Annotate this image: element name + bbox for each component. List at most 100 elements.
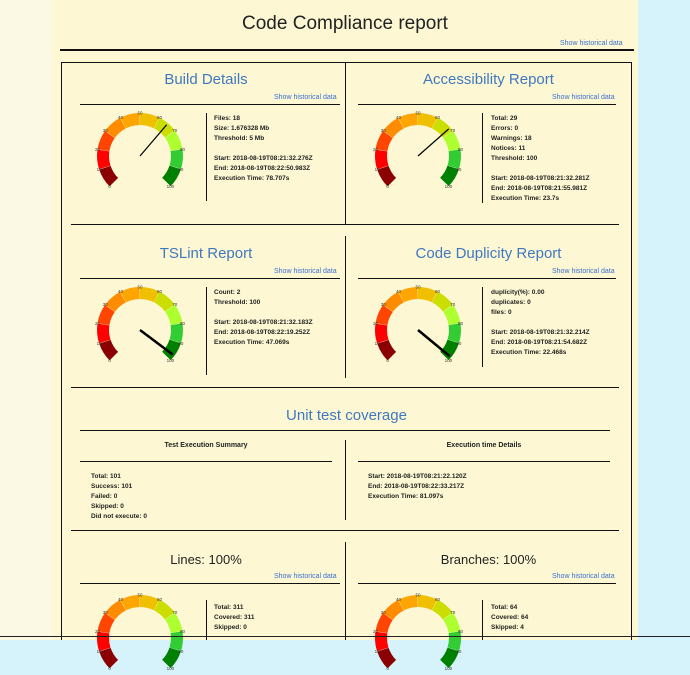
gauge-tick-label: 100 — [167, 666, 175, 670]
gauge-tick-label: 90 — [178, 341, 184, 346]
stat-line: duplicity(%): 0.00 — [491, 289, 545, 296]
details-stats: Start: 2018-08-19T08:21:22.120Z End: 2018… — [368, 472, 467, 502]
details-heading: Execution time Details — [446, 442, 522, 449]
gauge-needle — [417, 128, 450, 157]
gauge-band-segment — [120, 287, 141, 303]
duplicity-history-link[interactable]: Show historical data — [552, 268, 615, 275]
branches-history-link[interactable]: Show historical data — [552, 573, 615, 580]
gauge-band-segment — [398, 287, 419, 303]
tslint-stats: Count: 2 Threshold: 100 Start: 2018-08-19… — [214, 288, 313, 348]
unit-separator — [345, 440, 346, 520]
gauge-band-segment — [442, 304, 461, 326]
row-divider-3 — [71, 530, 619, 531]
stat-line: Did not execute: 0 — [91, 513, 147, 520]
gauge-band-segment — [377, 165, 397, 187]
gauge-tick-label: 90 — [456, 649, 462, 654]
gauge-svg: 0102030405060708090100 — [373, 593, 463, 671]
stat-line — [491, 318, 590, 328]
gauge-tick-label: 70 — [450, 128, 456, 133]
build-gauge: 0 10 20 30 40 50 60 70 80 90 100 — [92, 108, 188, 189]
gauge-tick-label: 30 — [103, 128, 109, 133]
stat-line: Start: 2018-08-19T08:21:32.281Z — [491, 175, 590, 182]
gauge-tick-label: 10 — [97, 167, 103, 172]
gauge-tick-label: 30 — [103, 610, 109, 615]
gauge-tick-label: 20 — [95, 321, 101, 326]
build-title: Build Details — [164, 71, 248, 88]
gauge-band-segment — [447, 631, 461, 651]
stat-line: Threshold: 5 Mb — [214, 135, 265, 142]
stat-line: Skipped: 0 — [214, 624, 247, 631]
gauge-tick-label: 20 — [95, 147, 101, 152]
gauge-band-segment — [105, 117, 126, 139]
tslint-history-link[interactable]: Show historical data — [274, 268, 337, 275]
title-divider — [60, 49, 634, 51]
gauge-tick-label: 60 — [157, 115, 163, 120]
gauge-tick-label: 50 — [415, 593, 421, 598]
gauge-tick-label: 80 — [180, 629, 186, 634]
row-divider-1 — [71, 224, 619, 225]
lines-history-link[interactable]: Show historical data — [274, 573, 337, 580]
gauge-band-segment — [99, 339, 119, 361]
gauge-tick-label: 70 — [172, 610, 178, 615]
gauge-svg: 0102030405060708090100 — [373, 111, 463, 189]
stat-line: End: 2018-08-19T08:21:55.981Z — [491, 185, 588, 192]
stat-line: Start: 2018-08-19T08:21:32.276Z — [214, 155, 313, 162]
gauge-tick-label: 80 — [180, 321, 186, 326]
gauge-tick-label: 100 — [445, 358, 453, 362]
gauge-tick-label: 100 — [445, 184, 453, 188]
duplicity-separator — [482, 287, 483, 367]
gauge-band-segment — [398, 595, 419, 611]
stat-line: Count: 2 — [214, 289, 241, 296]
build-history-link[interactable]: Show historical data — [274, 94, 337, 101]
stat-line: Execution Time: 47.069s — [214, 339, 290, 346]
gauge-band-segment — [105, 599, 126, 621]
stat-line: Errors: 0 — [491, 125, 519, 132]
gauge-tick-label: 20 — [373, 147, 379, 152]
tslint-title: TSLint Report — [159, 245, 253, 262]
page-history-link[interactable]: Show historical data — [560, 40, 623, 47]
accessibility-history-link[interactable]: Show historical data — [552, 94, 615, 101]
unit-title: Unit test coverage — [286, 407, 407, 424]
gauge-tick-label: 60 — [157, 289, 163, 294]
duplicity-gauge: 0 10 20 30 40 50 60 70 80 90 100 — [370, 282, 466, 363]
gauge-tick-label: 100 — [167, 358, 175, 362]
stat-line: Start: 2018-08-19T08:21:32.183Z — [214, 319, 313, 326]
unit-divider — [80, 430, 610, 431]
gauge-band-segment — [375, 323, 389, 344]
stat-line: Skipped: 0 — [91, 503, 124, 510]
gauge-band-segment — [439, 165, 459, 187]
duplicity-divider — [358, 278, 616, 279]
duplicity-title: Code Duplicity Report — [415, 245, 562, 262]
gauge-band-segment — [377, 647, 397, 669]
stat-line — [214, 144, 313, 154]
branches-title: Branches: 100% — [440, 552, 537, 567]
gauge-tick-label: 90 — [456, 167, 462, 172]
gauge-tick-label: 10 — [97, 341, 103, 346]
gauge-tick-label: 70 — [450, 302, 456, 307]
gauge-tick-label: 90 — [178, 649, 184, 654]
gauge-band-segment — [447, 149, 461, 169]
frame-right — [631, 62, 632, 640]
gauge-tick-label: 40 — [118, 597, 124, 602]
gauge-band-segment — [442, 130, 461, 152]
accessibility-title: Accessibility Report — [423, 71, 554, 88]
branches-separator — [482, 600, 483, 640]
gauge-tick-label: 70 — [172, 128, 178, 133]
gauge-tick-label: 90 — [456, 341, 462, 346]
accessibility-divider — [358, 104, 616, 105]
gauge-tick-label: 30 — [103, 302, 109, 307]
gauge-band-segment — [97, 613, 115, 634]
stat-line: End: 2018-08-19T08:22:33.217Z — [368, 483, 465, 490]
gauge-band-segment — [153, 599, 175, 620]
gauge-band-segment — [398, 113, 419, 129]
stat-line: Start: 2018-08-19T08:21:32.214Z — [491, 329, 590, 336]
gauge-tick-label: 80 — [180, 147, 186, 152]
gauge-tick-label: 50 — [137, 593, 143, 598]
row-divider-2 — [71, 387, 619, 388]
accessibility-separator — [482, 113, 483, 203]
gauge-needle — [139, 329, 174, 356]
build-divider — [80, 104, 340, 105]
stat-line: Notices: 11 — [491, 145, 526, 152]
gauge-band-segment — [417, 595, 438, 611]
gauge-band-segment — [169, 631, 183, 651]
